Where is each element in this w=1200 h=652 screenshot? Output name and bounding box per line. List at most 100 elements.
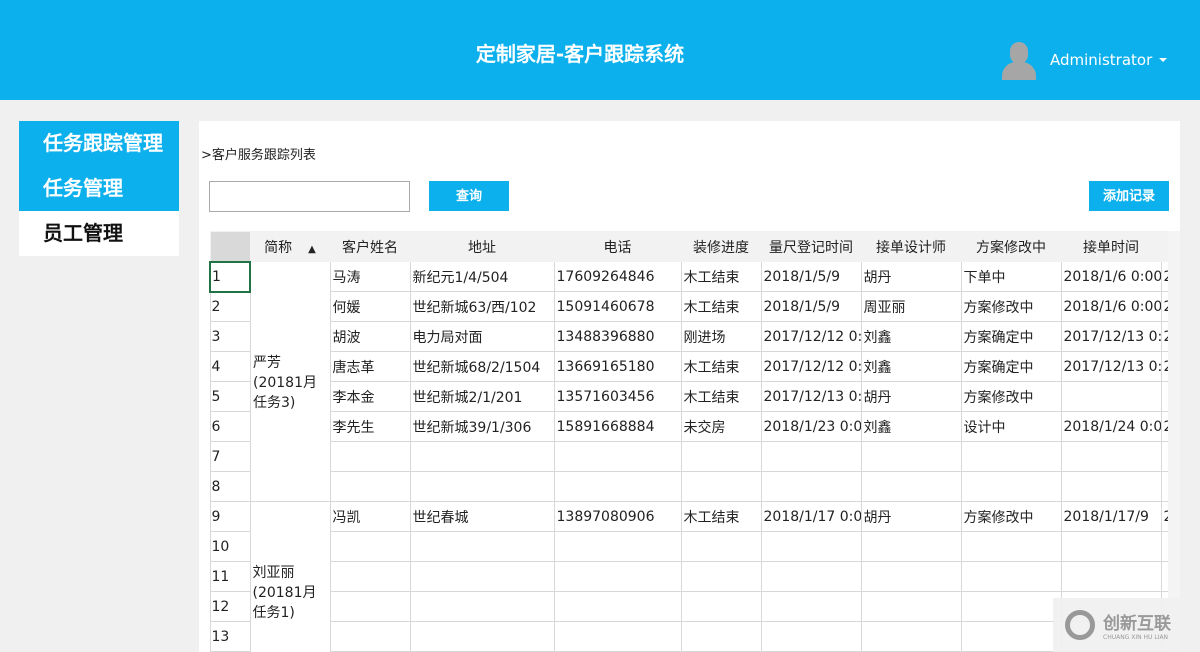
table-cell[interactable]: 木工结束 <box>680 381 762 412</box>
table-cell[interactable]: 2 <box>1160 351 1168 382</box>
table-cell[interactable]: 胡丹 <box>860 501 962 532</box>
table-cell[interactable] <box>760 591 862 622</box>
row-number[interactable]: 13 <box>209 621 251 652</box>
table-cell[interactable] <box>409 561 555 592</box>
table-cell[interactable]: 2018/1/5/9 <box>760 291 862 322</box>
table-cell[interactable]: 方案确定中 <box>960 351 1062 382</box>
table-cell[interactable]: 17609264846 <box>553 261 682 292</box>
table-cell[interactable]: 15891668884 <box>553 411 682 442</box>
table-cell[interactable]: 世纪新城68/2/1504 <box>409 351 555 382</box>
table-cell[interactable]: 马涛 <box>329 261 411 292</box>
row-number[interactable]: 7 <box>209 441 251 472</box>
table-cell[interactable] <box>553 591 682 622</box>
table-cell[interactable] <box>680 531 762 562</box>
table-cell[interactable] <box>960 471 1062 502</box>
table-cell[interactable]: 方案修改中 <box>960 381 1062 412</box>
table-cell[interactable] <box>760 531 862 562</box>
table-cell[interactable]: 方案确定中 <box>960 321 1062 352</box>
table-cell[interactable] <box>329 621 411 652</box>
table-cell[interactable] <box>1160 561 1168 592</box>
table-cell[interactable] <box>860 471 962 502</box>
column-header[interactable]: 客户姓名 <box>329 231 411 262</box>
table-cell[interactable] <box>680 471 762 502</box>
table-cell[interactable] <box>553 561 682 592</box>
row-number[interactable]: 2 <box>209 291 251 322</box>
table-cell[interactable] <box>860 591 962 622</box>
table-cell[interactable] <box>960 561 1062 592</box>
table-cell[interactable]: 胡丹 <box>860 381 962 412</box>
table-cell[interactable]: 2017/12/13 0: <box>1060 351 1162 382</box>
table-cell[interactable]: 世纪新城39/1/306 <box>409 411 555 442</box>
row-number[interactable]: 3 <box>209 321 251 352</box>
table-cell[interactable] <box>680 621 762 652</box>
table-cell[interactable] <box>409 591 555 622</box>
table-cell[interactable]: 2017/12/13 0: <box>760 381 862 412</box>
table-cell[interactable]: 电力局对面 <box>409 321 555 352</box>
table-cell[interactable]: 李先生 <box>329 411 411 442</box>
table-cell[interactable]: 木工结束 <box>680 291 762 322</box>
table-cell[interactable]: 2018/1/5/9 <box>760 261 862 292</box>
table-cell[interactable]: 新纪元1/4/504 <box>409 261 555 292</box>
table-cell[interactable]: 2018/1/24 0:0 <box>1060 411 1162 442</box>
table-cell[interactable]: 方案修改中 <box>960 501 1062 532</box>
group-name-cell[interactable]: 刘亚丽(20181月任务1) <box>249 501 331 652</box>
table-cell[interactable]: 2018/1/23 0:0 <box>760 411 862 442</box>
table-cell[interactable] <box>409 621 555 652</box>
column-header[interactable]: 电话 <box>553 231 682 262</box>
table-cell[interactable]: 2 <box>1160 501 1168 532</box>
table-cell[interactable] <box>680 561 762 592</box>
table-cell[interactable]: 15091460678 <box>553 291 682 322</box>
table-cell[interactable] <box>860 561 962 592</box>
table-cell[interactable] <box>760 471 862 502</box>
table-cell[interactable]: 未交房 <box>680 411 762 442</box>
table-cell[interactable]: 世纪新城63/西/102 <box>409 291 555 322</box>
table-cell[interactable]: 木工结束 <box>680 351 762 382</box>
row-number[interactable]: 8 <box>209 471 251 502</box>
table-cell[interactable]: 2 <box>1160 261 1168 292</box>
table-cell[interactable]: 木工结束 <box>680 261 762 292</box>
query-button[interactable]: 查询 <box>429 181 509 211</box>
row-number[interactable]: 10 <box>209 531 251 562</box>
sort-ascending-icon[interactable]: ▲ <box>308 244 316 255</box>
table-cell[interactable]: 刘鑫 <box>860 321 962 352</box>
table-cell[interactable]: 13571603456 <box>553 381 682 412</box>
table-cell[interactable]: 设计中 <box>960 411 1062 442</box>
table-cell[interactable] <box>680 441 762 472</box>
column-header[interactable]: 方案修改中 <box>960 231 1062 262</box>
row-number[interactable]: 9 <box>209 501 251 532</box>
table-cell[interactable]: 2017/12/12 0: <box>760 351 862 382</box>
table-cell[interactable] <box>329 531 411 562</box>
table-cell[interactable] <box>1160 441 1168 472</box>
table-cell[interactable]: 冯凯 <box>329 501 411 532</box>
grid-corner[interactable] <box>209 231 251 262</box>
group-name-cell[interactable]: 严芳(20181月任务3) <box>249 261 331 502</box>
table-cell[interactable] <box>329 471 411 502</box>
table-cell[interactable]: 何媛 <box>329 291 411 322</box>
table-cell[interactable] <box>1160 531 1168 562</box>
column-header[interactable]: 接单时间 <box>1060 231 1162 262</box>
row-number[interactable]: 11 <box>209 561 251 592</box>
table-cell[interactable]: 刚进场 <box>680 321 762 352</box>
table-cell[interactable] <box>329 561 411 592</box>
row-number[interactable]: 12 <box>209 591 251 622</box>
table-cell[interactable] <box>1060 531 1162 562</box>
table-cell[interactable]: 刘鑫 <box>860 351 962 382</box>
table-cell[interactable]: 2018/1/6 0:00 <box>1060 261 1162 292</box>
table-cell[interactable]: 13897080906 <box>553 501 682 532</box>
column-header[interactable]: 接单设计师 <box>860 231 962 262</box>
table-cell[interactable] <box>1160 471 1168 502</box>
column-header[interactable]: 装修进度 <box>680 231 762 262</box>
add-record-button[interactable]: 添加记录 <box>1089 181 1169 211</box>
row-number[interactable]: 6 <box>209 411 251 442</box>
table-cell[interactable]: 下单中 <box>960 261 1062 292</box>
table-cell[interactable]: 2018/1/17/9 <box>1060 501 1162 532</box>
table-cell[interactable]: 周亚丽 <box>860 291 962 322</box>
table-cell[interactable] <box>1060 441 1162 472</box>
table-cell[interactable] <box>860 441 962 472</box>
table-cell[interactable] <box>760 441 862 472</box>
table-cell[interactable] <box>553 531 682 562</box>
column-header[interactable] <box>1160 231 1168 262</box>
row-number[interactable]: 1 <box>209 260 251 293</box>
table-cell[interactable] <box>1160 381 1168 412</box>
table-cell[interactable]: 2018/1/17 0:0 <box>760 501 862 532</box>
